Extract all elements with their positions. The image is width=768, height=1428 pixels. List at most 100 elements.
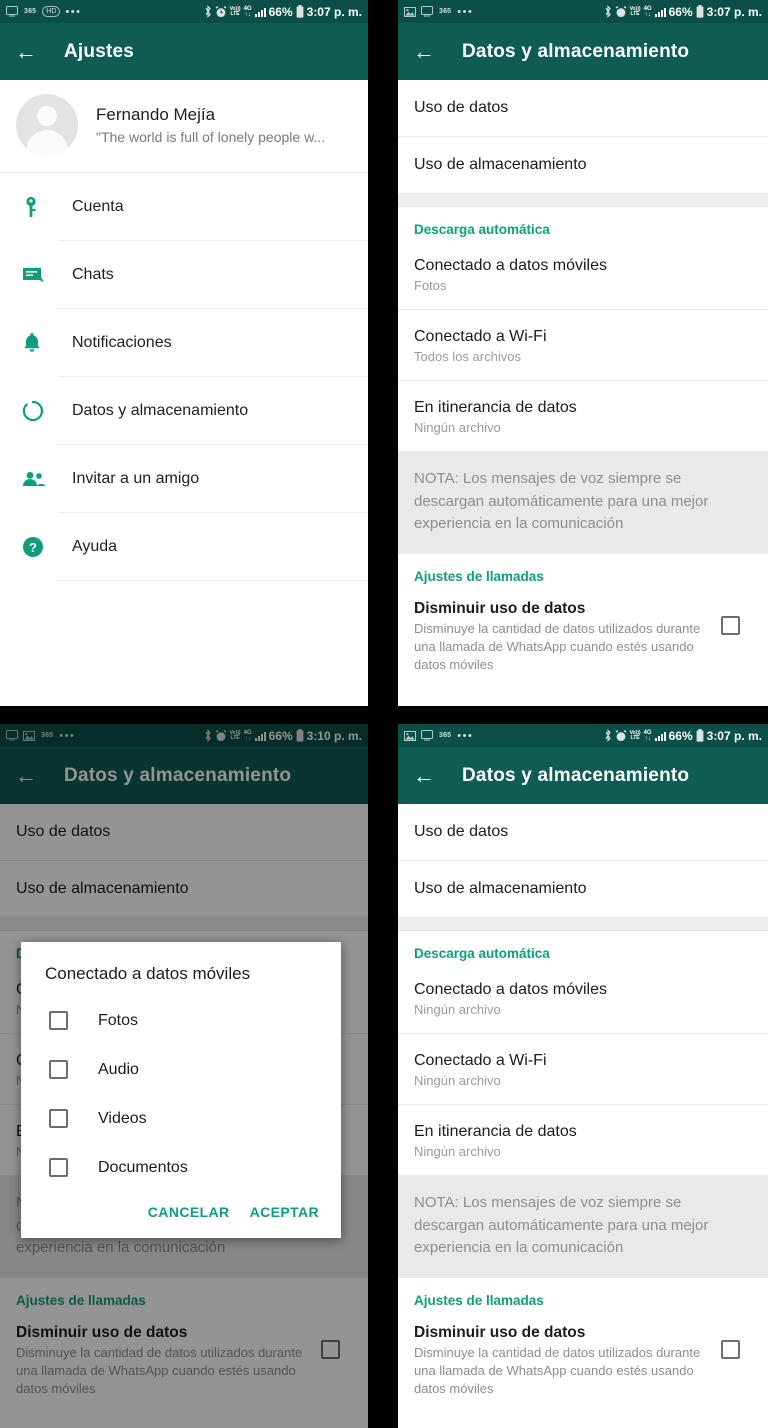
settings-app-bar: ← Ajustes	[0, 23, 368, 80]
cancel-button[interactable]: CANCELAR	[148, 1204, 230, 1220]
call-setting-title: Disminuir uso de datos	[414, 599, 586, 617]
sidebar-item-label: Ayuda	[58, 513, 368, 581]
image-icon	[404, 6, 416, 17]
battery-icon	[296, 5, 304, 18]
list-item-uso-de-datos[interactable]: Uso de datos	[398, 804, 768, 861]
list-item-label: Uso de almacenamiento	[414, 156, 587, 173]
badge-365: 365	[439, 8, 452, 15]
monitor-icon	[6, 6, 18, 17]
list-item-datos-moviles[interactable]: Conectado a datos móviles Ningún archivo	[398, 963, 768, 1034]
signal-bars-icon	[254, 7, 266, 17]
bell-icon	[22, 332, 58, 354]
monitor-icon	[421, 6, 433, 17]
dialog-option-audio[interactable]: Audio	[21, 1045, 341, 1094]
call-setting-text: Disminuir uso de datos Disminuye la cant…	[414, 600, 711, 675]
screenshot-grid: 365 HD ••• Vo))) LTE 4G ↑↓ 66% 3:07 p. m…	[0, 0, 768, 1428]
avatar	[16, 94, 78, 156]
people-icon	[22, 471, 58, 487]
note-text: NOTA: Los mensajes de voz siempre se des…	[398, 1176, 768, 1278]
checkbox-videos[interactable]	[49, 1109, 68, 1128]
section-header-descarga-automatica: Descarga automática	[398, 931, 768, 963]
call-setting-title: Disminuir uso de datos	[414, 1323, 586, 1341]
profile-text: Fernando Mejía "The world is full of lon…	[96, 105, 325, 145]
sidebar-item-label: Invitar a un amigo	[58, 445, 368, 513]
dialog-option-label: Videos	[98, 1109, 147, 1127]
sidebar-item-cuenta[interactable]: Cuenta	[0, 173, 368, 241]
list-item-uso-de-datos[interactable]: Uso de datos	[398, 80, 768, 137]
dialog-option-videos[interactable]: Videos	[21, 1094, 341, 1143]
list-item-subtitle: Ningún archivo	[414, 1073, 501, 1088]
profile-row[interactable]: Fernando Mejía "The world is full of lon…	[0, 80, 368, 173]
accept-button[interactable]: ACEPTAR	[250, 1204, 319, 1220]
profile-name: Fernando Mejía	[96, 105, 216, 124]
settings-list: Cuenta Chats Notificaciones Datos y alma…	[0, 173, 368, 581]
status-bar: 365 HD ••• Vo))) LTE 4G ↑↓ 66% 3:07 p. m…	[0, 0, 368, 23]
list-item-itinerancia[interactable]: En itinerancia de datos Ningún archivo	[398, 381, 768, 452]
list-item-subtitle: Todos los archivos	[414, 349, 521, 364]
sidebar-item-label: Notificaciones	[58, 309, 368, 377]
list-item-disminuir-uso-de-datos[interactable]: Disminuir uso de datos Disminuye la cant…	[398, 585, 768, 691]
dialog-option-documentos[interactable]: Documentos	[21, 1143, 341, 1192]
status-bar-left: 365 HD •••	[6, 6, 81, 18]
section-header-ajustes-de-llamadas: Ajustes de llamadas	[398, 553, 768, 586]
status-bar-left: 365 •••	[404, 6, 473, 18]
bluetooth-icon	[604, 5, 612, 18]
status-bar: 365 ••• Vo))) LTE 4G ↑↓ 66%	[398, 0, 768, 23]
clock: 3:07 p. m.	[706, 728, 762, 743]
checkbox-fotos[interactable]	[49, 1011, 68, 1030]
data-storage-icon	[22, 400, 58, 422]
battery-icon	[696, 729, 704, 742]
list-item-subtitle: Ningún archivo	[414, 1144, 501, 1159]
sidebar-item-datos-y-almacenamiento[interactable]: Datos y almacenamiento	[0, 377, 368, 445]
list-item-label: Conectado a Wi-Fi	[414, 1052, 547, 1069]
overflow-dots-icon: •••	[457, 5, 474, 18]
auto-download-dialog: Conectado a datos móviles Fotos Audio Vi…	[21, 942, 341, 1238]
back-arrow-icon[interactable]: ←	[14, 40, 38, 63]
alarm-icon	[215, 5, 227, 18]
list-item-uso-de-almacenamiento[interactable]: Uso de almacenamiento	[398, 861, 768, 918]
sidebar-item-ayuda[interactable]: ? Ayuda	[0, 513, 368, 581]
volte-icon: Vo))) LTE	[629, 729, 641, 741]
sidebar-item-invitar-a-un-amigo[interactable]: Invitar a un amigo	[0, 445, 368, 513]
panel-data-storage-a: 365 ••• Vo))) LTE 4G ↑↓ 66% 3:07 p. m. ←…	[398, 0, 768, 706]
call-setting-subtitle: Disminuye la cantidad de datos utilizado…	[414, 620, 701, 672]
list-item-uso-de-almacenamiento[interactable]: Uso de almacenamiento	[398, 137, 768, 194]
sidebar-item-notificaciones[interactable]: Notificaciones	[0, 309, 368, 377]
data-storage-app-bar: ← Datos y almacenamiento	[398, 747, 768, 804]
list-item-disminuir-uso-de-datos[interactable]: Disminuir uso de datos Disminuye la cant…	[398, 1309, 768, 1415]
low-data-checkbox[interactable]	[721, 1339, 740, 1359]
checkbox-documentos[interactable]	[49, 1158, 68, 1177]
list-item-datos-moviles[interactable]: Conectado a datos móviles Fotos	[398, 239, 768, 310]
status-bar-right: Vo))) LTE 4G ↑↓ 66% 3:07 p. m.	[604, 5, 762, 19]
svg-text:?: ?	[29, 540, 37, 555]
panel-data-storage-dialog: 365 ••• Vo))) LTE 4G ↑↓ 66% 3:10 p. m. ←…	[0, 724, 368, 1428]
section-header-descarga-automatica: Descarga automática	[398, 207, 768, 239]
low-data-checkbox[interactable]	[721, 615, 740, 635]
status-bar: 365 ••• Vo))) LTE 4G ↑↓ 66%	[398, 724, 768, 747]
battery-percent: 66%	[268, 4, 293, 19]
list-item-label: En itinerancia de datos	[414, 399, 577, 416]
list-item-wifi[interactable]: Conectado a Wi-Fi Ningún archivo	[398, 1034, 768, 1105]
volte-icon: Vo))) LTE	[229, 5, 241, 17]
battery-percent: 66%	[668, 728, 693, 743]
list-item-wifi[interactable]: Conectado a Wi-Fi Todos los archivos	[398, 310, 768, 381]
list-item-subtitle: Fotos	[414, 278, 447, 293]
dialog-option-fotos[interactable]: Fotos	[21, 996, 341, 1045]
sidebar-item-chats[interactable]: Chats	[0, 241, 368, 309]
alarm-icon	[615, 5, 627, 18]
dialog-title: Conectado a datos móviles	[45, 964, 251, 983]
image-icon	[404, 730, 416, 741]
dialog-option-label: Audio	[98, 1060, 139, 1078]
dialog-option-label: Documentos	[98, 1158, 188, 1176]
alarm-icon	[615, 729, 627, 742]
help-icon: ?	[22, 536, 58, 558]
list-item-itinerancia[interactable]: En itinerancia de datos Ningún archivo	[398, 1105, 768, 1176]
list-item-label: Uso de datos	[414, 823, 509, 840]
list-item-label: Conectado a datos móviles	[414, 257, 607, 274]
back-arrow-icon[interactable]: ←	[412, 764, 436, 787]
checkbox-audio[interactable]	[49, 1060, 68, 1079]
battery-percent: 66%	[668, 4, 693, 19]
sidebar-item-label: Cuenta	[58, 173, 368, 241]
back-arrow-icon[interactable]: ←	[412, 40, 436, 63]
sidebar-item-label: Datos y almacenamiento	[58, 377, 368, 445]
